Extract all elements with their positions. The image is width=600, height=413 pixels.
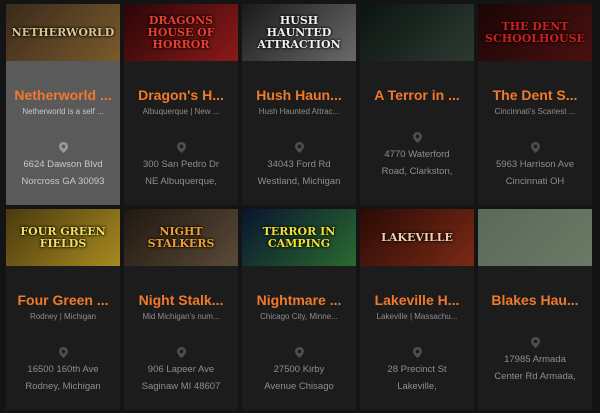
thumbnail-logo-text: NIGHT STALKERS [147, 224, 215, 250]
map-pin-icon [58, 142, 68, 153]
attraction-subtitle: Hush Haunted Attrac... [258, 107, 340, 116]
attraction-title[interactable]: The Dent S... [484, 87, 586, 104]
thumbnail-logo-text: NETHERWORLD [11, 25, 115, 39]
map-pin-icon [412, 347, 422, 358]
map-pin-icon [530, 142, 540, 153]
address-line-1: 34043 Ford Rd [267, 159, 331, 170]
attraction-thumbnail[interactable]: HUSH HAUNTED ATTRACTION [242, 4, 356, 61]
address-line-1: 16500 160th Ave [27, 364, 99, 375]
thumbnail-logo-text: DRAGONS HOUSE OF HORROR [147, 13, 215, 51]
attraction-thumbnail[interactable]: NETHERWORLD [6, 4, 120, 61]
attraction-title[interactable]: Nightmare ... [248, 292, 350, 309]
attraction-card[interactable]: A Terror in ... 4770 Waterford Road, Cla… [360, 4, 474, 205]
thumbnail-logo-text: HUSH HAUNTED ATTRACTION [257, 13, 341, 51]
address-line-2: NE Albuquerque, [145, 176, 217, 187]
map-pin-icon [412, 132, 422, 143]
attraction-title[interactable]: Dragon's H... [130, 87, 232, 104]
attraction-title[interactable]: A Terror in ... [366, 87, 468, 104]
thumbnail-logo-text: LAKEVILLE [381, 230, 453, 244]
attraction-card[interactable]: LAKEVILLE Lakeville H... Lakeville | Mas… [360, 209, 474, 410]
address-line-1: 300 San Pedro Dr [142, 159, 220, 170]
address-line-1: 4770 Waterford [384, 149, 450, 160]
attraction-card[interactable]: THE DENT SCHOOLHOUSE The Dent S... Cinci… [478, 4, 592, 205]
attraction-subtitle: Lakeville | Massachu... [376, 312, 458, 321]
thumbnail-logo-text: THE DENT SCHOOLHOUSE [485, 19, 585, 45]
attraction-thumbnail[interactable]: TERROR IN CAMPING [242, 209, 356, 266]
attraction-thumbnail[interactable]: DRAGONS HOUSE OF HORROR [124, 4, 238, 61]
attraction-card[interactable]: Blakes Hau... 17985 Armada Center Rd Arm… [478, 209, 592, 410]
attraction-thumbnail[interactable] [360, 4, 474, 61]
address-line-2: Lakeville, [397, 381, 437, 392]
attraction-title[interactable]: Lakeville H... [366, 292, 468, 309]
attraction-title[interactable]: Blakes Hau... [484, 292, 586, 309]
attraction-card[interactable]: HUSH HAUNTED ATTRACTION Hush Haun... Hus… [242, 4, 356, 205]
address-line-2: Cincinnati OH [505, 176, 565, 187]
address-line-1: 5963 Harrison Ave [496, 159, 574, 170]
attraction-subtitle: Chicago City, Minne... [260, 312, 338, 321]
map-pin-icon [176, 142, 186, 153]
map-pin-icon [294, 347, 304, 358]
attraction-card[interactable]: DRAGONS HOUSE OF HORROR Dragon's H... Al… [124, 4, 238, 205]
attraction-card[interactable]: NIGHT STALKERS Night Stalk... Mid Michig… [124, 209, 238, 410]
attraction-thumbnail[interactable]: LAKEVILLE [360, 209, 474, 266]
map-pin-icon [294, 142, 304, 153]
address-line-2: Center Rd Armada, [494, 371, 576, 382]
attraction-card[interactable]: FOUR GREEN FIELDS Four Green ... Rodney … [6, 209, 120, 410]
address-line-1: 28 Precinct St [387, 364, 447, 375]
address-line-2: Rodney, Michigan [25, 381, 101, 392]
attraction-subtitle: Cincinnati's Scariest ... [494, 107, 576, 116]
address-line-2: Norcross GA 30093 [21, 176, 105, 187]
attraction-card[interactable]: NETHERWORLD Netherworld ... Netherworld … [6, 4, 120, 205]
attraction-title[interactable]: Netherworld ... [12, 87, 114, 104]
haunted-attractions-grid: NETHERWORLD Netherworld ... Netherworld … [6, 4, 592, 410]
map-pin-icon [530, 337, 540, 348]
address-line-1: 906 Lapeer Ave [147, 364, 215, 375]
address-line-1: 6624 Dawson Blvd [23, 159, 103, 170]
map-pin-icon [58, 347, 68, 358]
attraction-thumbnail[interactable]: THE DENT SCHOOLHOUSE [478, 4, 592, 61]
map-pin-icon [176, 347, 186, 358]
attraction-subtitle: Netherworld is a self ... [22, 107, 104, 116]
attraction-thumbnail[interactable] [478, 209, 592, 266]
address-line-1: 17985 Armada [504, 354, 566, 365]
attraction-title[interactable]: Four Green ... [12, 292, 114, 309]
attraction-subtitle: Mid Michigan's num... [142, 312, 220, 321]
address-line-1: 27500 Kirby [273, 364, 325, 375]
address-line-2: Road, Clarkston, [381, 166, 453, 177]
thumbnail-logo-text: TERROR IN CAMPING [262, 224, 336, 250]
attraction-title[interactable]: Hush Haun... [248, 87, 350, 104]
attraction-subtitle: Albuquerque | New ... [142, 107, 220, 116]
attraction-thumbnail[interactable]: FOUR GREEN FIELDS [6, 209, 120, 266]
address-line-2: Avenue Chisago [264, 381, 334, 392]
thumbnail-logo-text: FOUR GREEN FIELDS [20, 224, 106, 250]
attraction-card[interactable]: TERROR IN CAMPING Nightmare ... Chicago … [242, 209, 356, 410]
attraction-title[interactable]: Night Stalk... [130, 292, 232, 309]
address-line-2: Saginaw MI 48607 [141, 381, 221, 392]
attraction-thumbnail[interactable]: NIGHT STALKERS [124, 209, 238, 266]
attraction-subtitle: Rodney | Michigan [29, 312, 97, 321]
address-line-2: Westland, Michigan [257, 176, 341, 187]
